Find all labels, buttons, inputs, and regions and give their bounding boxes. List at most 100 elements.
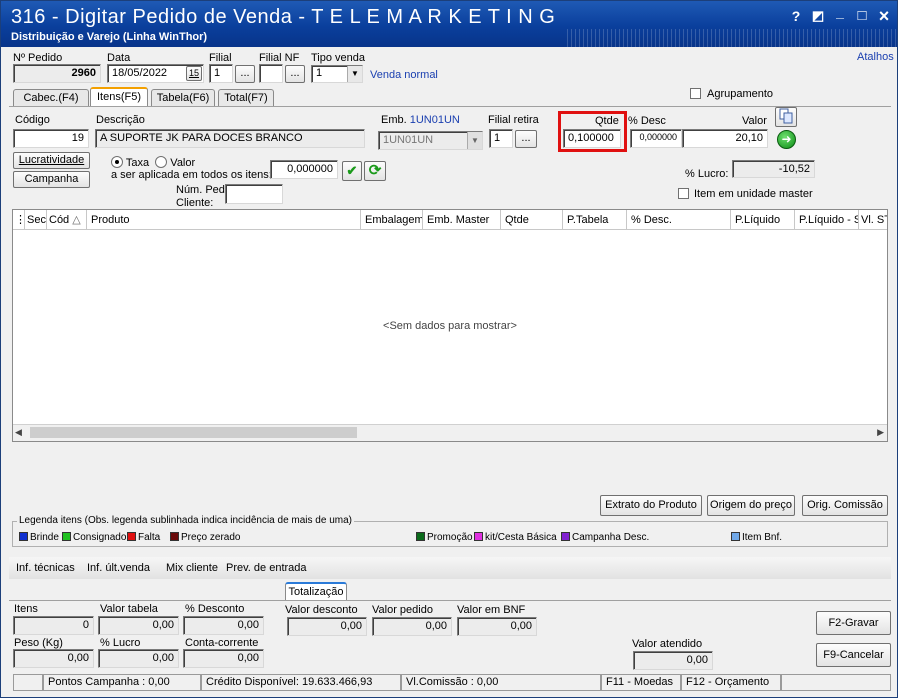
agrupamento-checkbox[interactable] — [690, 88, 701, 99]
col-sec[interactable]: Sec — [25, 210, 47, 230]
plucro-field[interactable]: 0,00 — [98, 649, 179, 668]
link-inf-ult-venda[interactable]: Inf. últ.venda — [87, 562, 150, 574]
orig-comissao-button[interactable]: Orig. Comissão — [802, 495, 888, 516]
col-vlst[interactable]: Vl. ST — [859, 210, 887, 230]
filialretira-lookup-button[interactable]: ... — [515, 130, 537, 148]
grid-hscroll-thumb[interactable] — [30, 427, 357, 438]
cancelar-button[interactable]: F9-Cancelar — [816, 643, 891, 667]
valor-field[interactable]: 20,10 — [682, 129, 768, 148]
legend-swatch — [416, 532, 425, 541]
scroll-left-icon[interactable]: ◀ — [15, 427, 22, 438]
maximize-icon[interactable]: □ — [853, 7, 871, 25]
atalhos-link[interactable]: Atalhos — [857, 51, 894, 63]
filialretira-label: Filial retira — [488, 114, 539, 126]
tab-itens[interactable]: Itens(F5) — [90, 87, 148, 107]
legend-label: Consignado — [73, 532, 127, 543]
desc-field[interactable]: 0,000000 — [630, 129, 682, 148]
grid-hscrollbar[interactable]: ◀ ▶ — [13, 424, 887, 441]
legend-label: kit/Cesta Básica — [485, 532, 557, 543]
emb-select[interactable]: 1UN01UN ▼ — [378, 131, 483, 150]
agrupamento-label: Agrupamento — [707, 88, 774, 100]
pedido-field[interactable]: 2960 — [13, 64, 101, 83]
taxa-radio[interactable] — [111, 156, 123, 168]
status-orcamento[interactable]: F12 - Orçamento — [681, 674, 781, 691]
chevron-down-icon[interactable]: ▼ — [467, 132, 482, 149]
atendido-label: Valor atendido — [632, 638, 703, 650]
col-cod-label: Cód — [49, 214, 70, 226]
tab-cabec[interactable]: Cabec.(F4) — [13, 89, 89, 107]
tab-total[interactable]: Total(F7) — [218, 89, 274, 107]
filial-lookup-button[interactable]: ... — [235, 65, 255, 83]
col-embalagem[interactable]: Embalagem — [361, 210, 423, 230]
items-grid[interactable]: ⋮ Sec Cód △ Produto Embalagem Emb. Maste… — [12, 209, 888, 442]
taxa-radio-group: Taxa Valor — [111, 156, 195, 169]
legend-label: Promoção — [427, 532, 473, 543]
filialretira-field[interactable]: 1 — [489, 129, 513, 148]
conta-field[interactable]: 0,00 — [183, 649, 264, 668]
status-moedas[interactable]: F11 - Moedas — [601, 674, 681, 691]
filialnf-lookup-button[interactable]: ... — [285, 65, 305, 83]
legend-preco-zerado: Preço zerado — [170, 532, 240, 543]
col-desc[interactable]: % Desc. — [627, 210, 731, 230]
col-qtde[interactable]: Qtde — [501, 210, 563, 230]
descricao-label: Descrição — [96, 114, 145, 126]
chevron-down-icon[interactable]: ▼ — [347, 66, 362, 82]
itens-field[interactable]: 0 — [13, 616, 94, 635]
link-inf-tecnicas[interactable]: Inf. técnicas — [16, 562, 75, 574]
refresh-icon[interactable]: ⟳ — [364, 161, 386, 181]
gravar-button[interactable]: F2-Gravar — [816, 611, 891, 635]
valordesconto-field[interactable]: 0,00 — [287, 617, 367, 636]
link-mix-cliente[interactable]: Mix cliente — [166, 562, 218, 574]
col-pliquido-s[interactable]: P.Líquido - S — [795, 210, 859, 230]
valor-radio[interactable] — [155, 156, 168, 168]
valorbnf-field[interactable]: 0,00 — [457, 617, 537, 636]
valortabela-label: Valor tabela — [100, 603, 158, 615]
qtde-field[interactable]: 0,100000 — [563, 129, 621, 148]
valortabela-field[interactable]: 0,00 — [98, 616, 179, 635]
unidade-master-checkbox[interactable] — [678, 188, 689, 199]
help-icon[interactable]: ? — [787, 7, 805, 25]
descricao-field[interactable]: A SUPORTE JK PARA DOCES BRANCO — [95, 129, 365, 148]
col-cod[interactable]: Cód △ — [47, 210, 87, 230]
lucro-field[interactable]: -10,52 — [732, 160, 815, 178]
calendar-icon[interactable]: 15 — [186, 66, 202, 81]
aplicada-field[interactable]: 0,000000 — [270, 160, 338, 179]
pdesconto-field[interactable]: 0,00 — [183, 616, 264, 635]
confirm-icon[interactable]: ✔ — [342, 161, 362, 181]
tipovenda-select[interactable]: 1 ▼ — [311, 65, 363, 83]
legend-swatch — [127, 532, 136, 541]
numped-field[interactable] — [225, 184, 283, 204]
scroll-right-icon[interactable]: ▶ — [877, 427, 884, 438]
copy-icon[interactable] — [775, 107, 797, 127]
codigo-label: Código — [15, 114, 50, 126]
grid-menu-icon[interactable]: ⋮ — [13, 210, 25, 230]
peso-field[interactable]: 0,00 — [13, 649, 94, 668]
origem-preco-button[interactable]: Origem do preço — [707, 495, 795, 516]
campanha-button[interactable]: Campanha — [13, 171, 90, 188]
minimize-icon[interactable]: _ — [831, 3, 849, 21]
legend-swatch — [170, 532, 179, 541]
lucratividade-button[interactable]: Lucratividade — [13, 152, 90, 169]
restore-icon[interactable]: ◩ — [809, 7, 827, 25]
col-pliquido[interactable]: P.Líquido — [731, 210, 795, 230]
title-bar[interactable]: 316 - Digitar Pedido de Venda - T E L E … — [1, 1, 897, 47]
legend-swatch — [731, 532, 740, 541]
valorbnf-label: Valor em BNF — [457, 604, 526, 616]
filialnf-field[interactable] — [259, 64, 283, 83]
filial-field[interactable]: 1 — [209, 64, 233, 83]
legend-kit-cesta: kit/Cesta Básica — [474, 532, 557, 543]
close-icon[interactable]: × — [875, 7, 893, 25]
col-emb-master[interactable]: Emb. Master — [423, 210, 501, 230]
valorpedido-field[interactable]: 0,00 — [372, 617, 452, 636]
link-prev-entrada[interactable]: Prev. de entrada — [226, 562, 307, 574]
tipovenda-label: Tipo venda — [311, 52, 366, 64]
go-icon[interactable]: ➜ — [777, 130, 796, 149]
atendido-field[interactable]: 0,00 — [633, 651, 713, 670]
status-comissao: Vl.Comissão : 0,00 — [401, 674, 601, 691]
tab-tabela[interactable]: Tabela(F6) — [151, 89, 215, 107]
col-ptabela[interactable]: P.Tabela — [563, 210, 627, 230]
col-produto[interactable]: Produto — [87, 210, 361, 230]
extrato-produto-button[interactable]: Extrato do Produto — [600, 495, 702, 516]
tab-totalizacao[interactable]: Totalização — [285, 582, 347, 601]
codigo-field[interactable]: 19 — [13, 129, 89, 148]
